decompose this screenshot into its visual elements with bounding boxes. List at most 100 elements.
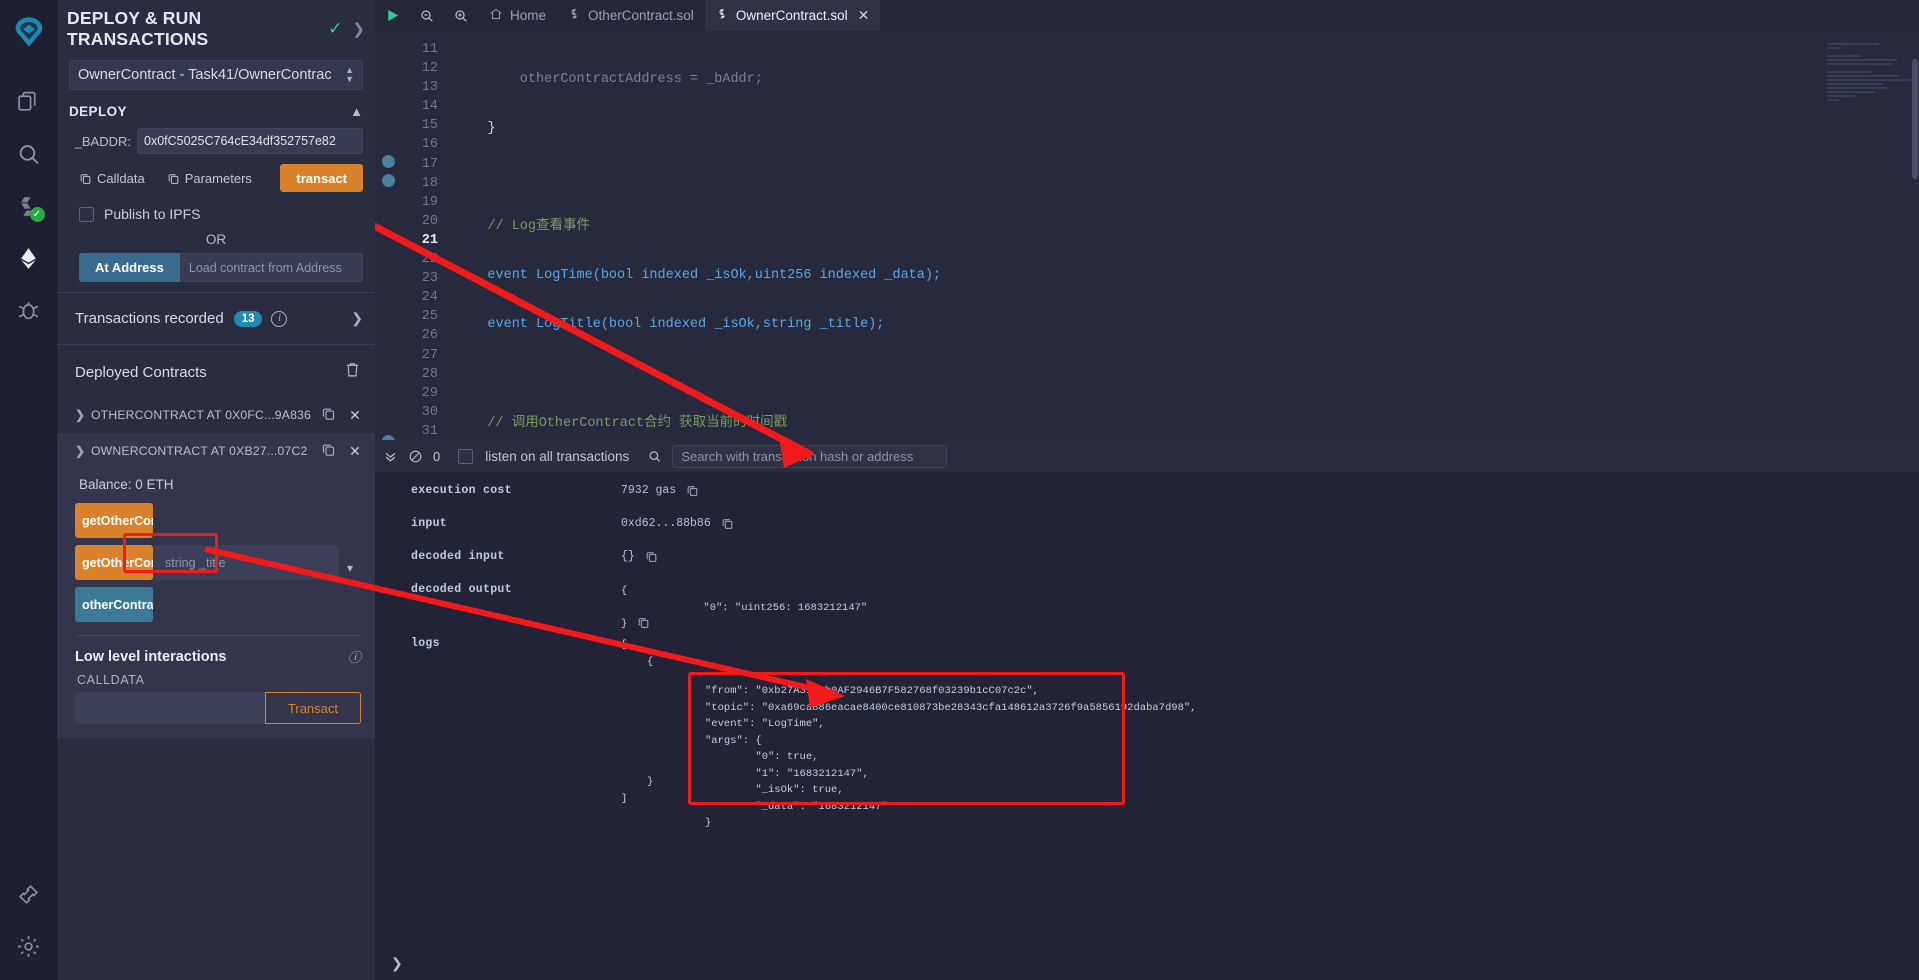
deploy-section-header[interactable]: DEPLOY ▲ (57, 90, 375, 125)
copy-icon[interactable] (721, 517, 734, 534)
transaction-search-input[interactable]: Search with transaction hash or address (672, 444, 948, 468)
code-line: event LogTime(bool indexed _isOk,uint256… (455, 268, 942, 284)
calldata-input[interactable] (75, 692, 265, 724)
function-button-getothercontracttitle[interactable]: getOtherContr (75, 545, 153, 580)
function-row-getothercontracttitle: getOtherContr string _title ▾ (75, 545, 361, 580)
main-area: Home OtherContract.sol OwnerContract.sol… (375, 0, 1919, 980)
line-number: 29 (421, 385, 438, 401)
copy-icon[interactable] (645, 550, 658, 567)
file-explorer-icon[interactable] (7, 76, 51, 128)
row-value-wrap: { "0": "uint256: 1683212147" } (621, 583, 1919, 633)
chevron-right-icon[interactable]: ❯ (352, 20, 365, 38)
logs-open-brace: { (647, 655, 654, 668)
close-icon[interactable]: ✕ (349, 443, 361, 460)
tab-home[interactable]: Home (478, 0, 557, 31)
line-number: 13 (421, 80, 438, 96)
chevron-right-icon[interactable]: ❯ (351, 310, 363, 327)
transactions-recorded-row[interactable]: Transactions recorded 13 i ❯ (57, 293, 375, 344)
close-icon[interactable]: ✕ (858, 7, 870, 24)
debugger-icon[interactable] (7, 284, 51, 336)
copy-icon[interactable] (321, 406, 336, 424)
calldata-button[interactable]: Calldata (79, 171, 145, 186)
contract-select[interactable]: OwnerContract - Task41/OwnerContrac ▲ ▼ (69, 60, 363, 90)
chevron-down-icon[interactable]: ❯ (75, 444, 91, 458)
code-content[interactable]: otherContractAddress = _bAddr; } // Log查… (445, 31, 1919, 440)
chevron-right-icon[interactable]: ❯ (391, 955, 403, 972)
line-number: 24 (421, 290, 438, 306)
row-key: decoded output (411, 583, 512, 596)
line-number: 23 (421, 271, 438, 287)
line-number: 27 (421, 347, 438, 363)
at-address-button[interactable]: At Address (79, 253, 180, 282)
editor-minimap[interactable] (1821, 31, 1919, 440)
code-lines: otherContractAddress = _bAddr; } // Log查… (445, 40, 1919, 440)
collapse-icon[interactable] (383, 449, 398, 464)
calldata-label: Calldata (97, 170, 145, 186)
log-arg-data: "_data": "1683212147" (705, 800, 888, 813)
breakpoint-column[interactable] (375, 31, 401, 440)
chevron-down-icon[interactable]: ▾ (339, 545, 361, 580)
copy-icon[interactable] (637, 616, 650, 633)
info-icon[interactable]: i (271, 310, 288, 327)
chevron-up-icon[interactable]: ▲ (350, 104, 363, 119)
function-button-othercontract[interactable]: otherContract (75, 587, 153, 622)
deploy-run-icon[interactable] (7, 232, 51, 284)
line-number: 14 (421, 99, 438, 115)
chevron-right-icon[interactable]: ❯ (75, 408, 91, 422)
tab-othercontract-sol[interactable]: OtherContract.sol (557, 0, 705, 31)
deployed-contract-othercontract[interactable]: ❯ OTHERCONTRACT AT 0X0FC...9A836 ✕ (57, 397, 375, 433)
editor-scrollbar[interactable] (1912, 59, 1918, 179)
baddr-input[interactable]: 0x0fC5025C764cE34df352757e82 (137, 128, 363, 154)
breakpoint-dot[interactable] (381, 173, 395, 187)
trash-icon[interactable] (344, 361, 361, 383)
publish-ipfs-checkbox[interactable] (79, 206, 94, 222)
terminal-output[interactable]: execution cost 7932 gas input 0xd62...88… (375, 472, 1919, 980)
contract-name: OTHERCONTRACT AT 0X0FC...9A836 (91, 408, 312, 422)
decoded-output-close: } (621, 618, 628, 631)
function-button-getothercontracttime[interactable]: getOtherContr (75, 503, 153, 538)
at-address-input[interactable]: Load contract from Address (179, 253, 363, 282)
code-editor[interactable]: 11 12 13 14 15 16 17 18 19 20 21 22 23 2… (375, 31, 1919, 440)
solidity-icon (716, 8, 729, 24)
info-icon[interactable]: ⓘ (348, 647, 361, 666)
zoom-in-icon[interactable] (444, 0, 478, 31)
deployed-contract-ownercontract[interactable]: ❯ OWNERCONTRACT AT 0XB27...07C2 ✕ (57, 433, 375, 469)
transact-button[interactable]: transact (280, 164, 363, 192)
copy-icon[interactable] (686, 484, 699, 501)
baddr-label: _BADDR: (74, 133, 131, 149)
code-line: // 调用OtherContract合约 获取当前的时间戳 (455, 415, 788, 431)
remix-logo[interactable] (7, 6, 51, 58)
tab-ownercontract-sol[interactable]: OwnerContract.sol ✕ (704, 0, 881, 31)
function-input-title[interactable]: string _title (153, 545, 339, 580)
contract-name: OWNERCONTRACT AT 0XB27...07C2 (91, 444, 308, 458)
clear-console-icon[interactable] (408, 449, 423, 464)
low-level-transact-button[interactable]: Transact (264, 692, 361, 724)
line-number: 20 (421, 213, 438, 229)
search-icon[interactable] (647, 449, 662, 464)
close-icon[interactable]: ✕ (349, 407, 361, 424)
deploy-run-panel: DEPLOY & RUN TRANSACTIONS ✓ ❯ OwnerContr… (57, 0, 375, 980)
zoom-out-icon[interactable] (410, 0, 444, 31)
deployed-contracts-label: Deployed Contracts (75, 363, 207, 381)
breakpoint-dot[interactable] (381, 154, 395, 168)
line-number: 12 (421, 61, 438, 77)
solidity-compiler-icon[interactable]: ✓ (7, 180, 51, 232)
publish-ipfs-row[interactable]: Publish to IPFS (57, 196, 375, 226)
row-value-wrap: 7932 gas (621, 484, 1919, 501)
listen-all-checkbox[interactable] (458, 448, 474, 464)
line-number: 17 (421, 156, 438, 172)
deploy-actions-row: Calldata Parameters transact (57, 157, 375, 196)
log-args-close: } (705, 817, 712, 829)
row-value: 7932 gas (621, 484, 677, 497)
run-icon[interactable] (375, 0, 410, 31)
terminal-row-decoded-input: decoded input {} (375, 550, 1919, 583)
code-line: // Log查看事件 (455, 219, 591, 235)
parameters-button[interactable]: Parameters (167, 171, 252, 186)
function-row-othercontract: otherContract (75, 587, 361, 622)
plugin-manager-icon[interactable] (7, 868, 51, 920)
search-icon[interactable] (7, 128, 51, 180)
copy-icon[interactable] (321, 442, 336, 460)
terminal-row-execution-cost: execution cost 7932 gas (375, 484, 1919, 517)
settings-icon[interactable] (7, 920, 51, 972)
